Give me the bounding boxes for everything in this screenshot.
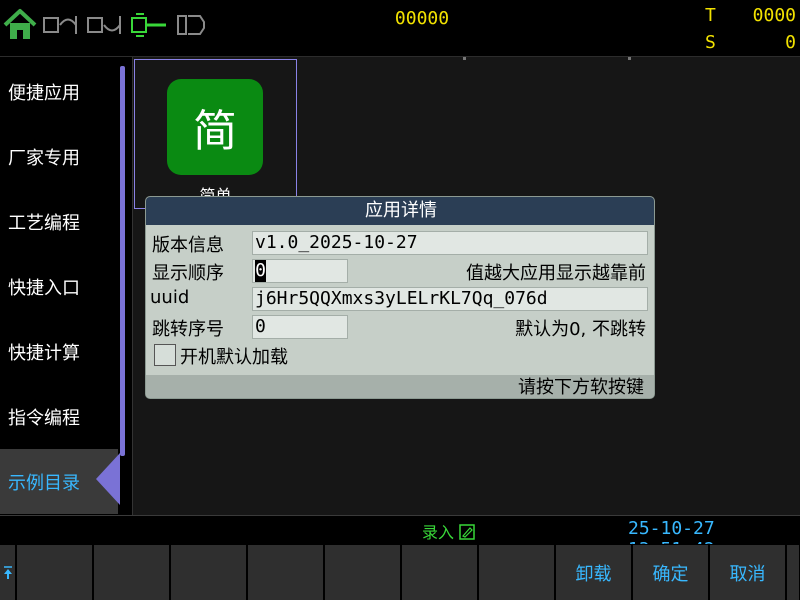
display-order-label: 显示顺序 [152,263,224,284]
s-label: S [705,32,716,53]
sidebar-item-manufacturer[interactable]: 厂家专用 [0,124,118,189]
app-icon-glyph: 简 [193,106,237,157]
jump-index-hint: 默认为0, 不跳转 [515,319,646,340]
confirm-button[interactable]: 确定 [633,545,709,600]
dialog-title: 应用详情 [146,197,654,225]
machine-mode-icon[interactable] [86,6,126,44]
sidebar-item-process-programming[interactable]: 工艺编程 [0,189,118,254]
sidebar-item-label: 示例目录 [8,472,80,494]
mode-text: 录入 [422,523,455,542]
display-order-input[interactable]: 0 [252,259,348,283]
cancel-button[interactable]: 取消 [710,545,786,600]
active-item-arrow-icon [96,453,120,505]
sidebar-item-label: 快捷计算 [8,342,80,364]
sidebar-item-label: 指令编程 [8,407,80,429]
softkey-1[interactable] [17,545,93,600]
tool-icon[interactable] [174,6,214,44]
softkey-6[interactable] [402,545,478,600]
page-up-icon [3,565,12,579]
simple-app-icon[interactable]: 简 [167,79,263,175]
sidebar-item-label: 快捷入口 [8,277,80,299]
version-label: 版本信息 [152,235,224,256]
uuid-field: j6Hr5QQXmxs3yLELrKL7Qq_076d [252,287,648,311]
input-mode-indicator: 录入 [422,519,475,543]
app-details-dialog: 应用详情 版本信息 v1.0_2025-10-27 显示顺序 0 值越大应用显示… [145,196,655,399]
program-number: 00000 [394,8,450,29]
jump-index-label: 跳转序号 [152,319,224,340]
sidebar: 便捷应用 厂家专用 工艺编程 快捷入口 快捷计算 指令编程 示例目录 [0,57,132,515]
grid-marker [463,57,466,60]
sidebar-item-label: 工艺编程 [8,212,80,234]
uuid-label: uuid [150,287,190,308]
jump-index-input[interactable]: 0 [252,315,348,339]
softkey-7[interactable] [479,545,555,600]
softkey-4[interactable] [248,545,324,600]
home-icon[interactable] [2,6,38,44]
grid-marker [628,57,631,60]
display-order-hint: 值越大应用显示越靠前 [466,263,646,284]
softkey-next[interactable] [787,545,800,600]
sidebar-scrollbar[interactable] [120,66,125,456]
sidebar-item-quick-calculation[interactable]: 快捷计算 [0,319,118,384]
softkey-2[interactable] [94,545,170,600]
sidebar-item-label: 厂家专用 [8,147,80,169]
autoload-label: 开机默认加载 [180,347,288,368]
softkey-5[interactable] [325,545,401,600]
machine-mode-icon[interactable] [42,6,82,44]
sidebar-item-instruction-programming[interactable]: 指令编程 [0,384,118,449]
spindle-active-icon[interactable] [130,6,170,44]
softkey-3[interactable] [171,545,247,600]
t-value: 0000 [752,5,796,26]
version-field: v1.0_2025-10-27 [252,231,648,255]
sidebar-item-quick-entry[interactable]: 快捷入口 [0,254,118,319]
t-label: T [705,5,716,26]
autoload-checkbox[interactable] [154,344,176,366]
edit-mode-icon [459,524,475,540]
display-order-value: 0 [255,260,266,282]
softkey-page-up[interactable] [0,545,16,600]
sidebar-item-convenient-apps[interactable]: 便捷应用 [0,59,118,124]
s-value: 0 [785,32,796,53]
dialog-footer-hint: 请按下方软按键 [518,377,644,398]
unload-button[interactable]: 卸载 [556,545,632,600]
sidebar-item-label: 便捷应用 [8,82,80,104]
